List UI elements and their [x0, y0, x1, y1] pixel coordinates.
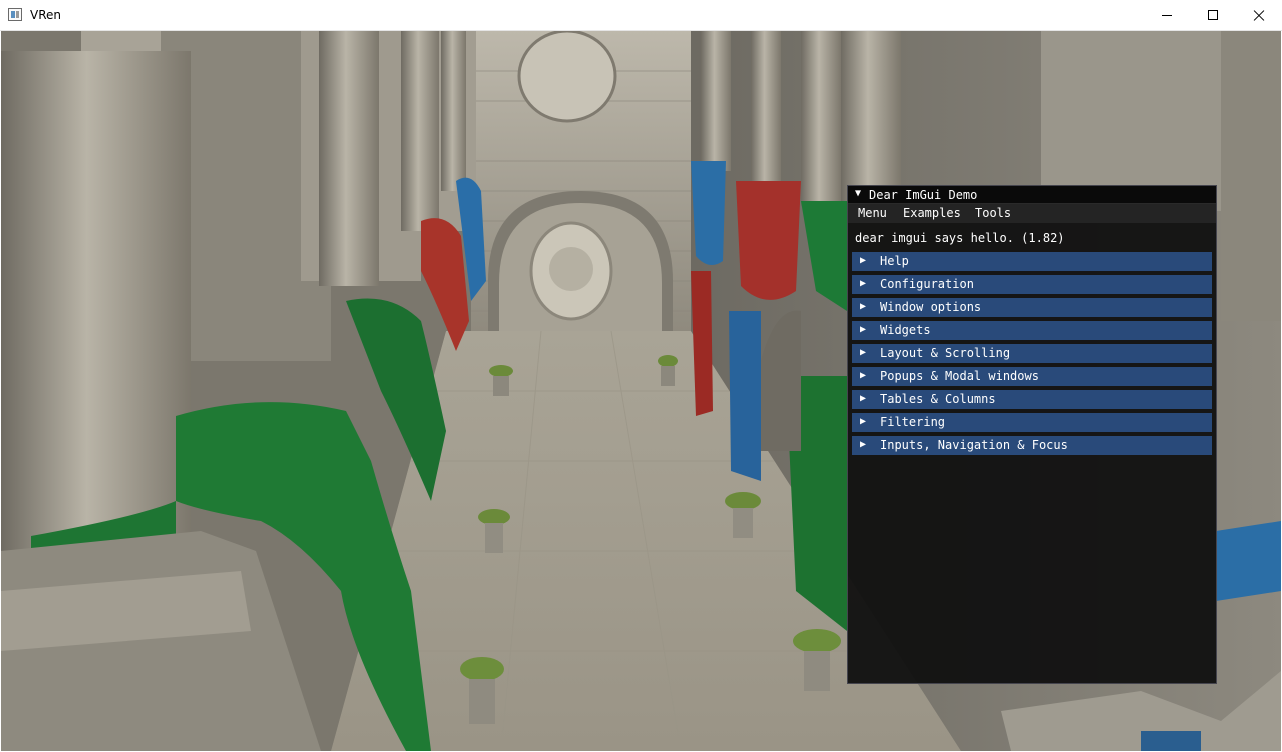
expand-arrow-icon: ▶: [860, 439, 867, 450]
header-label: Inputs, Navigation & Focus: [880, 438, 1068, 452]
header-label: Popups & Modal windows: [880, 369, 1039, 383]
expand-arrow-icon: ▶: [860, 370, 867, 381]
resize-grip[interactable]: [848, 682, 1216, 683]
expand-arrow-icon: ▶: [860, 255, 867, 266]
header-window-options[interactable]: ▶ Window options: [852, 298, 1212, 317]
header-configuration[interactable]: ▶ Configuration: [852, 275, 1212, 294]
header-label: Window options: [880, 300, 982, 314]
imgui-titlebar[interactable]: ▼ Dear ImGui Demo: [848, 186, 1216, 204]
expand-arrow-icon: ▶: [860, 278, 867, 289]
header-popups-modal[interactable]: ▶ Popups & Modal windows: [852, 367, 1212, 386]
header-label: Layout & Scrolling: [880, 346, 1011, 360]
header-layout-scrolling[interactable]: ▶ Layout & Scrolling: [852, 344, 1212, 363]
minimize-icon[interactable]: [1144, 0, 1190, 31]
menu-item-menu[interactable]: Menu: [858, 206, 887, 220]
menu-item-examples[interactable]: Examples: [903, 206, 961, 220]
header-label: Filtering: [880, 415, 946, 429]
imgui-window-title: Dear ImGui Demo: [869, 188, 978, 202]
expand-arrow-icon: ▶: [860, 393, 867, 404]
app-window-icon: [8, 8, 22, 21]
maximize-icon[interactable]: [1190, 0, 1236, 31]
close-icon[interactable]: [1236, 0, 1282, 31]
header-widgets[interactable]: ▶ Widgets: [852, 321, 1212, 340]
expand-arrow-icon: ▶: [860, 416, 867, 427]
header-label: Help: [880, 254, 909, 268]
header-help[interactable]: ▶ Help: [852, 252, 1212, 271]
menu-item-tools[interactable]: Tools: [975, 206, 1011, 220]
header-tables-columns[interactable]: ▶ Tables & Columns: [852, 390, 1212, 409]
collapse-arrow-icon[interactable]: ▼: [855, 188, 861, 199]
hello-text: dear imgui says hello. (1.82): [855, 231, 1065, 245]
header-label: Tables & Columns: [880, 392, 996, 406]
header-label: Widgets: [880, 323, 931, 337]
header-label: Configuration: [880, 277, 974, 291]
header-filtering[interactable]: ▶ Filtering: [852, 413, 1212, 432]
window-title: VRen: [30, 8, 61, 22]
expand-arrow-icon: ▶: [860, 301, 867, 312]
expand-arrow-icon: ▶: [860, 324, 867, 335]
imgui-menubar: Menu Examples Tools: [848, 204, 1216, 223]
imgui-demo-window[interactable]: ▼ Dear ImGui Demo Menu Examples Tools de…: [847, 185, 1217, 684]
header-inputs-navigation-focus[interactable]: ▶ Inputs, Navigation & Focus: [852, 436, 1212, 455]
window-titlebar[interactable]: VRen: [0, 0, 1282, 31]
expand-arrow-icon: ▶: [860, 347, 867, 358]
